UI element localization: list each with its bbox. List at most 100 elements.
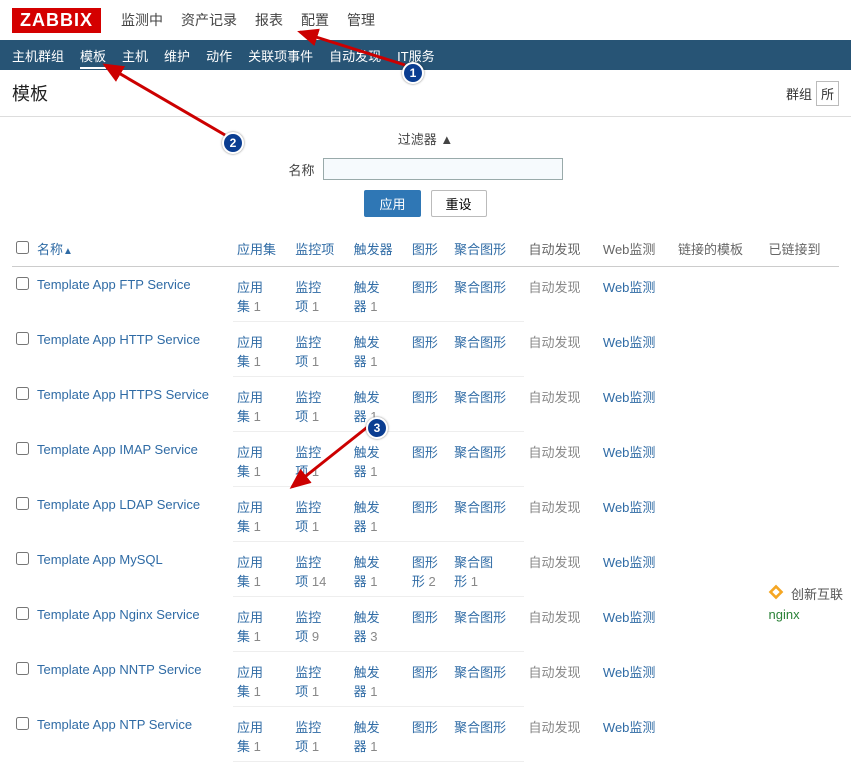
graphs-link[interactable]: 图形 [408, 267, 450, 297]
triggers-count[interactable]: 器 1 [350, 296, 408, 322]
items-count[interactable]: 项 1 [291, 681, 349, 707]
appset-link[interactable]: 应用 [233, 597, 291, 627]
web-link[interactable]: Web监测 [599, 377, 674, 432]
items-count[interactable]: 项 1 [291, 461, 349, 487]
template-name-link[interactable]: Template App Nginx Service [33, 597, 233, 652]
subnav-item-correlation[interactable]: 关联项事件 [248, 46, 313, 65]
screens-link[interactable]: 聚合图形 [450, 432, 524, 462]
graphs-count[interactable]: 形 2 [408, 571, 450, 597]
graphs-link[interactable]: 图形 [408, 707, 450, 737]
screens-count[interactable] [450, 516, 524, 542]
graphs-count[interactable] [408, 626, 450, 652]
appset-count[interactable]: 集 1 [233, 406, 291, 432]
filter-toggle[interactable]: 过滤器 ▲ [0, 125, 851, 152]
items-count[interactable]: 项 1 [291, 516, 349, 542]
web-link[interactable]: Web监测 [599, 652, 674, 707]
row-checkbox[interactable] [16, 332, 29, 345]
screens-link[interactable]: 聚合图形 [450, 377, 524, 407]
items-link[interactable]: 监控 [291, 597, 349, 627]
screens-link[interactable]: 聚合图形 [450, 652, 524, 682]
subnav-item-templates[interactable]: 模板 [80, 46, 106, 65]
items-count[interactable]: 项 1 [291, 296, 349, 322]
appset-link[interactable]: 应用 [233, 432, 291, 462]
table-header-graphs[interactable]: 图形 [408, 231, 450, 267]
items-link[interactable]: 监控 [291, 322, 349, 352]
triggers-link[interactable]: 触发 [350, 322, 408, 352]
template-name-link[interactable]: Template App HTTP Service [33, 322, 233, 377]
appset-count[interactable]: 集 1 [233, 296, 291, 322]
screens-link[interactable]: 聚合图形 [450, 597, 524, 627]
row-checkbox[interactable] [16, 662, 29, 675]
screens-count[interactable] [450, 736, 524, 762]
template-name-link[interactable]: Template App MySQL [33, 542, 233, 597]
screens-count[interactable]: 形 1 [450, 571, 524, 597]
apply-button[interactable]: 应用 [364, 190, 420, 217]
screens-link[interactable]: 聚合图形 [450, 707, 524, 737]
row-checkbox[interactable] [16, 497, 29, 510]
items-link[interactable]: 监控 [291, 542, 349, 572]
triggers-count[interactable]: 器 1 [350, 406, 408, 432]
appset-count[interactable]: 集 1 [233, 351, 291, 377]
top-nav-item-config[interactable]: 配置 [301, 10, 329, 30]
appset-link[interactable]: 应用 [233, 487, 291, 517]
table-header-items[interactable]: 监控项 [291, 231, 349, 267]
appset-count[interactable]: 集 1 [233, 461, 291, 487]
graphs-link[interactable]: 图形 [408, 322, 450, 352]
top-nav-item-monitor[interactable]: 监测中 [121, 10, 163, 30]
template-name-link[interactable]: Template App FTP Service [33, 267, 233, 322]
graphs-link[interactable]: 图形 [408, 377, 450, 407]
graphs-link[interactable]: 图形 [408, 432, 450, 462]
subnav-item-discovery[interactable]: 自动发现 [329, 46, 381, 65]
group-filter-select[interactable]: 所 [816, 81, 839, 106]
top-nav-item-admin[interactable]: 管理 [347, 10, 375, 30]
graphs-count[interactable] [408, 516, 450, 542]
items-count[interactable]: 项 1 [291, 406, 349, 432]
screens-count[interactable] [450, 461, 524, 487]
reset-button[interactable]: 重设 [431, 190, 487, 217]
triggers-link[interactable]: 触发 [350, 542, 408, 572]
appset-count[interactable]: 集 1 [233, 626, 291, 652]
graphs-count[interactable] [408, 406, 450, 432]
template-name-link[interactable]: Template App HTTPS Service [33, 377, 233, 432]
row-checkbox[interactable] [16, 387, 29, 400]
subnav-item-hostgroups[interactable]: 主机群组 [12, 46, 64, 65]
graphs-link[interactable]: 图形 [408, 487, 450, 517]
row-checkbox[interactable] [16, 717, 29, 730]
screens-link[interactable]: 聚合图形 [450, 267, 524, 297]
graphs-link[interactable]: 图形 [408, 597, 450, 627]
appset-link[interactable]: 应用 [233, 652, 291, 682]
items-count[interactable]: 项 14 [291, 571, 349, 597]
appset-count[interactable]: 集 1 [233, 736, 291, 762]
items-link[interactable]: 监控 [291, 487, 349, 517]
table-header-checkbox[interactable] [12, 231, 33, 267]
items-count[interactable]: 项 1 [291, 736, 349, 762]
screens-count[interactable] [450, 406, 524, 432]
logo[interactable]: ZABBIX [12, 8, 101, 33]
appset-count[interactable]: 集 1 [233, 516, 291, 542]
triggers-count[interactable]: 器 1 [350, 516, 408, 542]
template-name-link[interactable]: Template App NTP Service [33, 707, 233, 762]
triggers-count[interactable]: 器 1 [350, 736, 408, 762]
graphs-count[interactable] [408, 461, 450, 487]
graphs-link[interactable]: 图形 [408, 542, 450, 572]
template-name-link[interactable]: Template App LDAP Service [33, 487, 233, 542]
appset-link[interactable]: 应用 [233, 267, 291, 297]
select-all-checkbox[interactable] [16, 241, 29, 254]
screens-count[interactable] [450, 626, 524, 652]
row-checkbox[interactable] [16, 552, 29, 565]
subnav-item-hosts[interactable]: 主机 [122, 46, 148, 65]
triggers-link[interactable]: 触发 [350, 707, 408, 737]
items-link[interactable]: 监控 [291, 432, 349, 462]
items-count[interactable]: 项 9 [291, 626, 349, 652]
triggers-count[interactable]: 器 3 [350, 626, 408, 652]
top-nav-item-inventory[interactable]: 资产记录 [181, 10, 237, 30]
triggers-link[interactable]: 触发 [350, 487, 408, 517]
triggers-count[interactable]: 器 1 [350, 461, 408, 487]
table-header-triggers[interactable]: 触发器 [350, 231, 408, 267]
triggers-link[interactable]: 触发 [350, 432, 408, 462]
triggers-link[interactable]: 触发 [350, 597, 408, 627]
screens-link[interactable]: 聚合图形 [450, 487, 524, 517]
items-link[interactable]: 监控 [291, 267, 349, 297]
graphs-count[interactable] [408, 736, 450, 762]
web-link[interactable]: Web监测 [599, 597, 674, 652]
